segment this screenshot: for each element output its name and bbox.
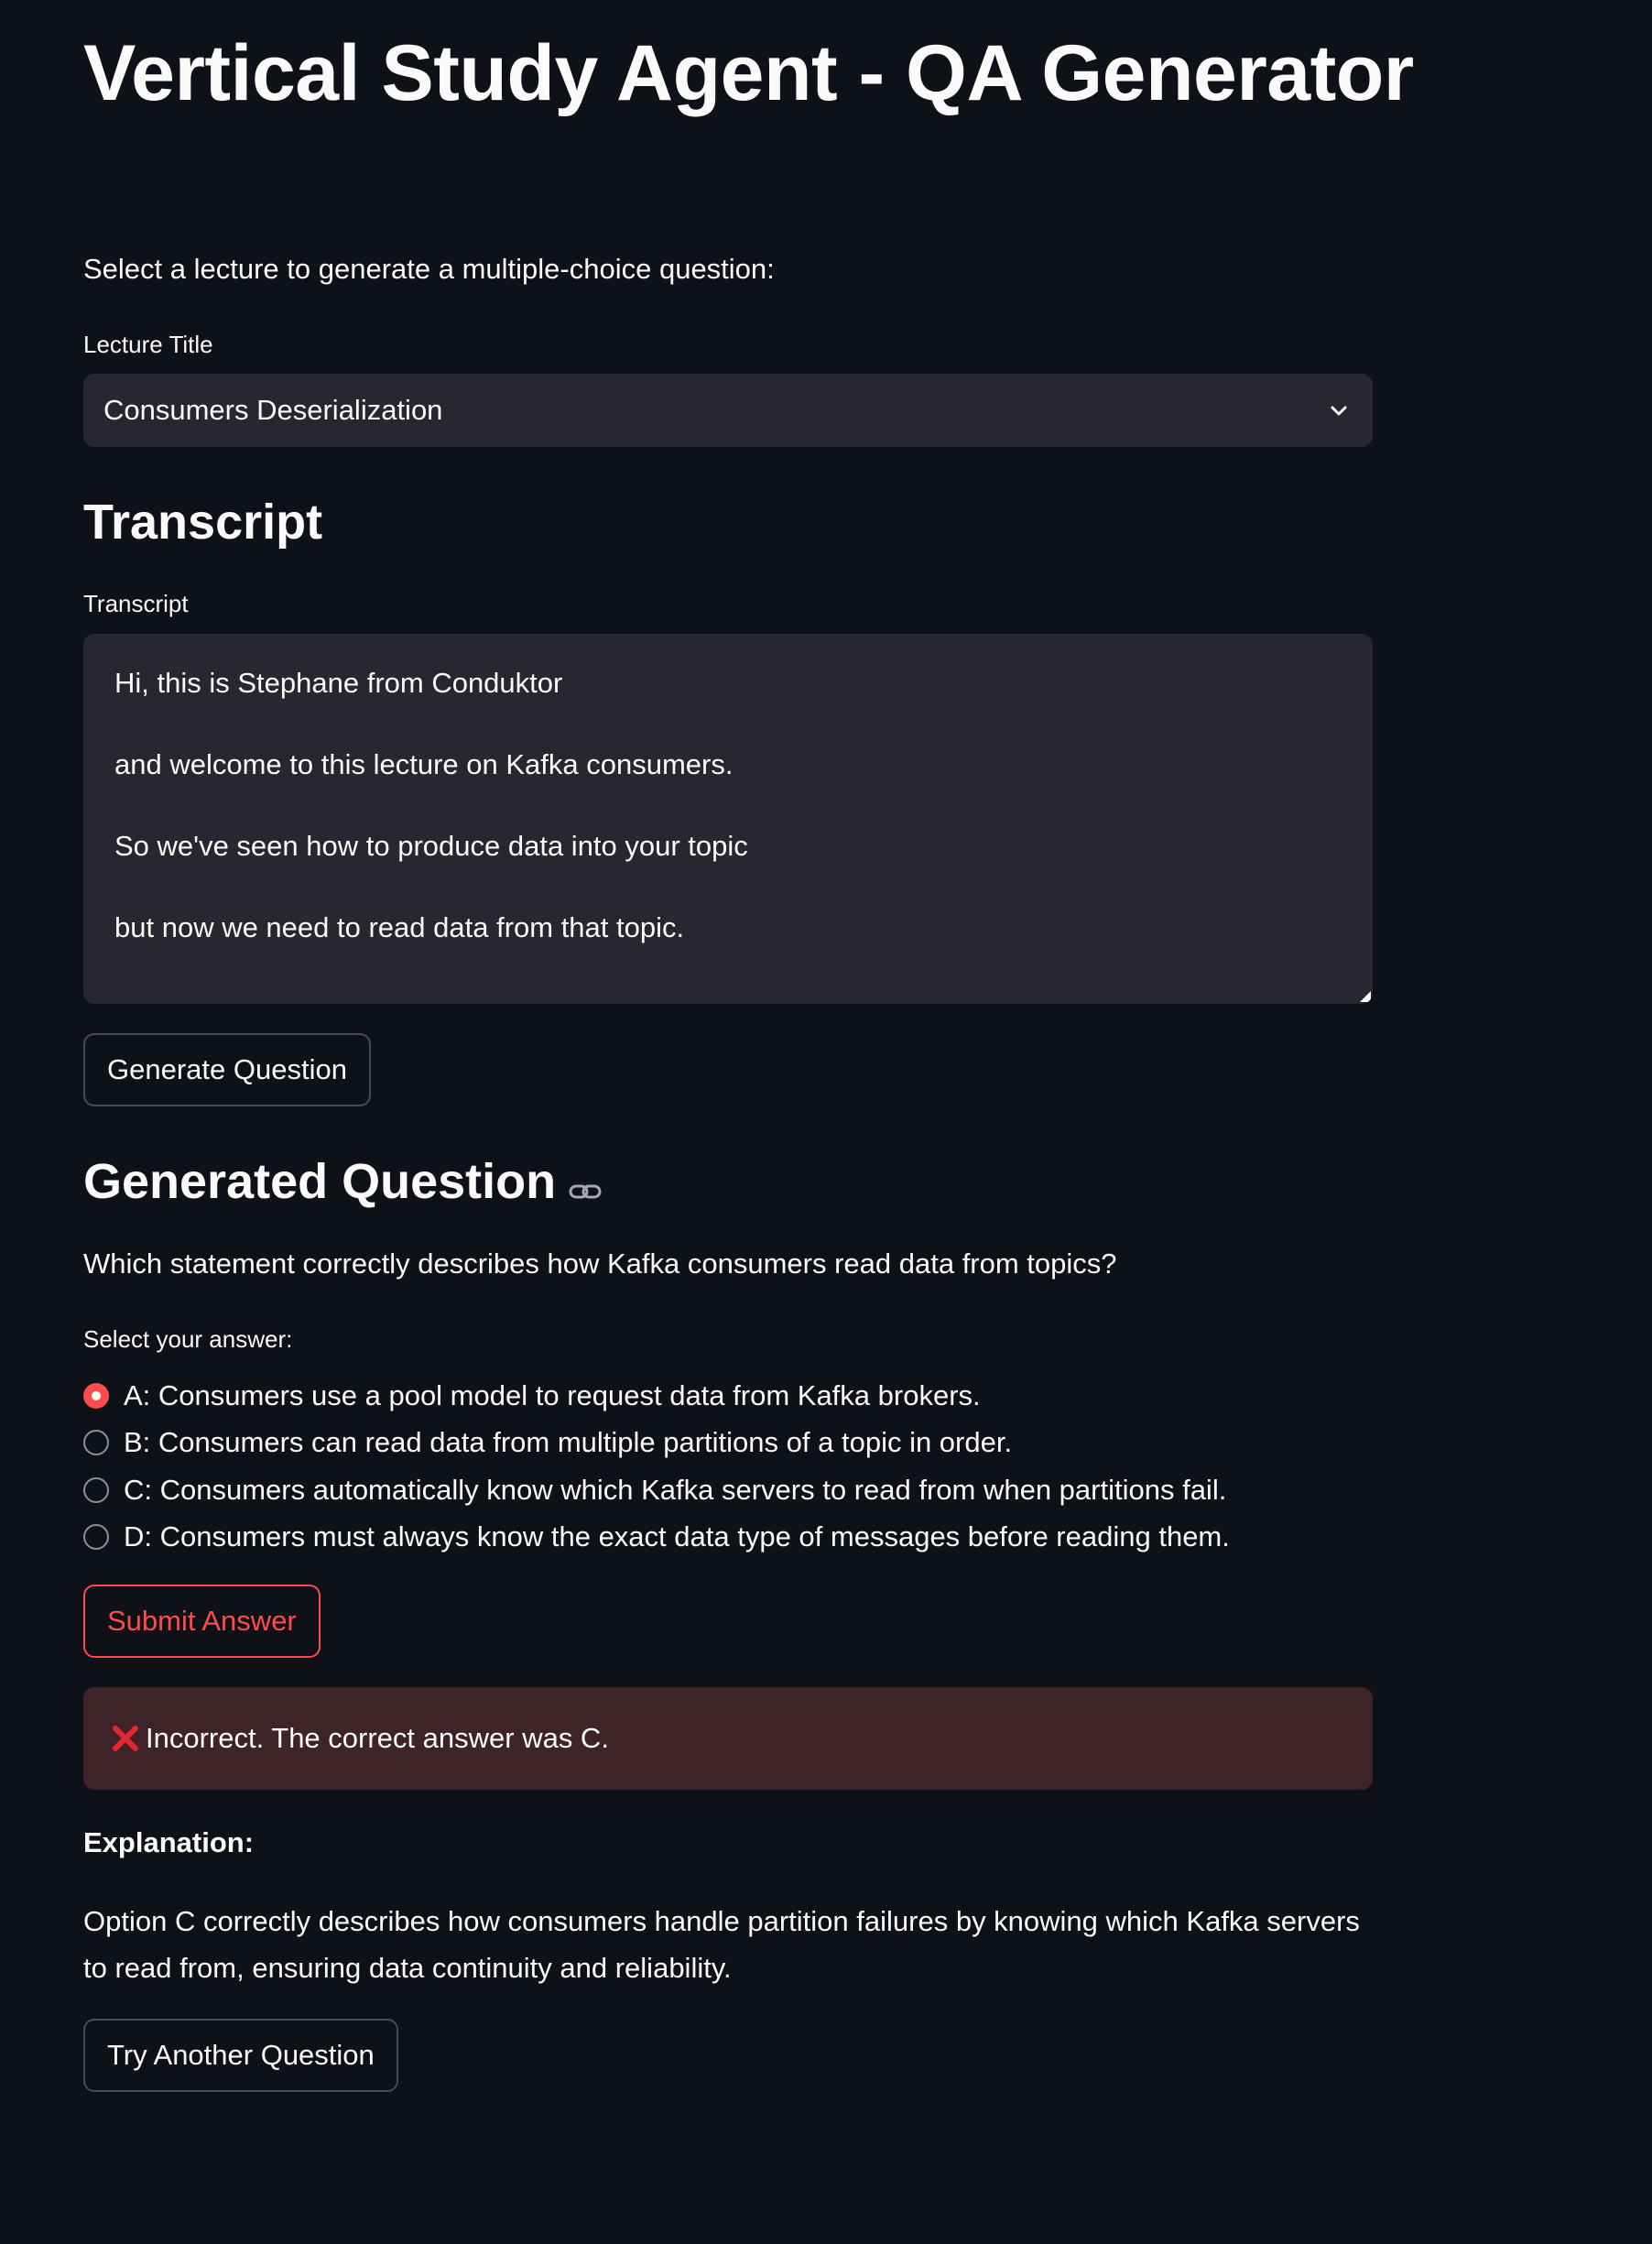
- transcript-line: So we've seen how to produce data into y…: [114, 830, 748, 862]
- answer-radio-group: A: Consumers use a pool model to request…: [83, 1372, 1230, 1561]
- resize-handle[interactable]: [1360, 991, 1371, 1002]
- radio-button-checked[interactable]: [83, 1382, 109, 1409]
- question-text: Which statement correctly describes how …: [83, 1247, 1117, 1280]
- red-x-icon: [111, 1724, 140, 1753]
- radio-option-b[interactable]: B: Consumers can read data from multiple…: [83, 1420, 1230, 1467]
- explanation-heading: Explanation:: [83, 1826, 255, 1858]
- transcript-line: Hi, this is Stephane from Conduktor: [114, 667, 563, 699]
- generated-question-heading-text: Generated Question: [83, 1154, 557, 1209]
- transcript-textarea[interactable]: Hi, this is Stephane from Conduktor and …: [83, 634, 1373, 1004]
- radio-option-label: B: Consumers can read data from multiple…: [124, 1426, 1013, 1459]
- transcript-heading: Transcript: [83, 495, 323, 550]
- radio-option-d[interactable]: D: Consumers must always know the exact …: [83, 1514, 1230, 1562]
- intro-text: Select a lecture to generate a multiple-…: [83, 253, 775, 285]
- radio-option-label: A: Consumers use a pool model to request…: [124, 1378, 981, 1411]
- try-another-question-button[interactable]: Try Another Question: [83, 2019, 398, 2092]
- lecture-select-label: Lecture Title: [83, 331, 213, 358]
- lecture-select-value: Consumers Deserialization: [103, 394, 443, 426]
- submit-answer-button[interactable]: Submit Answer: [83, 1585, 321, 1658]
- page-title: Vertical Study Agent - QA Generator: [83, 29, 1414, 117]
- transcript-label: Transcript: [83, 590, 189, 617]
- radio-option-c[interactable]: C: Consumers automatically know which Ka…: [83, 1466, 1230, 1514]
- transcript-line: but now we need to read data from that t…: [114, 911, 685, 943]
- error-alert: Incorrect. The correct answer was C.: [83, 1687, 1373, 1790]
- generate-question-button[interactable]: Generate Question: [83, 1033, 371, 1106]
- explanation-text: Option C correctly describes how consume…: [83, 1905, 1360, 1984]
- chevron-down-icon: [1325, 397, 1353, 424]
- answer-label: Select your answer:: [83, 1325, 293, 1353]
- link-icon[interactable]: [569, 1156, 602, 1215]
- radio-option-label: C: Consumers automatically know which Ka…: [124, 1473, 1227, 1506]
- generated-question-heading: Generated Question: [83, 1152, 602, 1215]
- transcript-line: and welcome to this lecture on Kafka con…: [114, 748, 734, 780]
- radio-option-label: D: Consumers must always know the exact …: [124, 1520, 1230, 1553]
- lecture-select[interactable]: Consumers Deserialization: [83, 374, 1373, 447]
- radio-option-a[interactable]: A: Consumers use a pool model to request…: [83, 1372, 1230, 1420]
- error-message: Incorrect. The correct answer was C.: [146, 1722, 609, 1754]
- radio-button[interactable]: [83, 1476, 109, 1503]
- radio-button[interactable]: [83, 1524, 109, 1551]
- radio-button[interactable]: [83, 1430, 109, 1456]
